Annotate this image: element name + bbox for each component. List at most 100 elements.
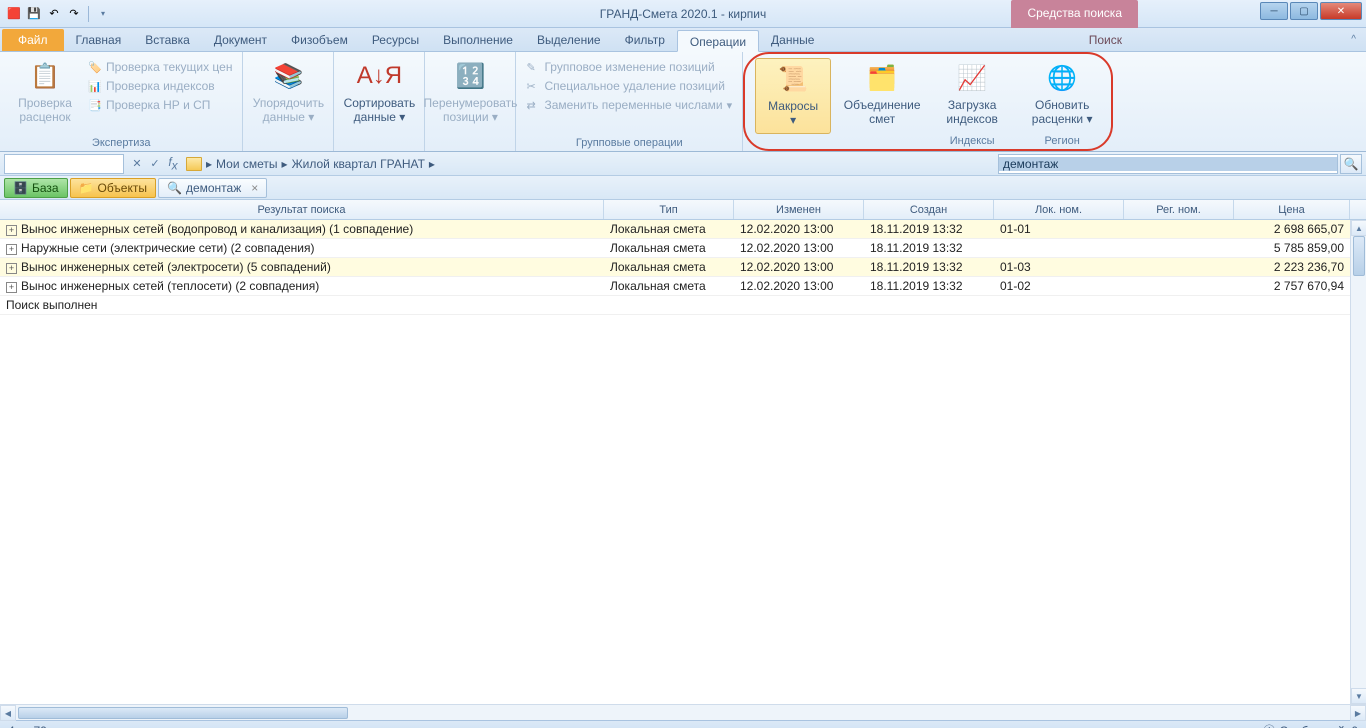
zagruzka-indeksov-button[interactable]: 📈 Загрузка индексов: [933, 58, 1011, 133]
scroll-up-icon[interactable]: ▲: [1351, 220, 1366, 236]
breadcrumb-item[interactable]: Мои сметы: [216, 157, 278, 171]
accept-formula-icon[interactable]: ✓: [146, 155, 164, 173]
index-check-icon: 📊: [88, 79, 102, 93]
name-box[interactable]: [4, 154, 124, 174]
status-right: ⓘ Сообщений: 0: [1263, 722, 1358, 728]
tab-dannye[interactable]: Данные: [759, 29, 826, 51]
save-icon[interactable]: 💾: [26, 6, 42, 22]
breadcrumb-sep: ▸: [282, 157, 288, 171]
fx-icon[interactable]: fx: [164, 155, 182, 173]
expand-icon[interactable]: +: [6, 282, 17, 293]
tab-obekty[interactable]: 📁Объекты: [70, 178, 156, 198]
ribbon-group-region: 🌐 Обновить расценки ▾ Регион: [1017, 54, 1107, 149]
table-row[interactable]: +Вынос инженерных сетей (электросети) (5…: [0, 258, 1366, 277]
qat-dropdown-icon[interactable]: ▾: [95, 6, 111, 22]
statusbar: 4 из 79 ⓘ Сообщений: 0: [0, 720, 1366, 728]
tab-dokument[interactable]: Документ: [202, 29, 279, 51]
close-icon[interactable]: ×: [251, 181, 258, 195]
formula-bar: ✕ ✓ fx ▸ Мои сметы ▸ Жилой квартал ГРАНА…: [0, 152, 1366, 176]
load-index-icon: 📈: [956, 62, 988, 94]
ribbon-group-sortirovat: А↓Я Сортировать данные ▾: [334, 52, 425, 151]
col-created[interactable]: Создан: [864, 200, 994, 219]
proverka-nr-sp[interactable]: 📑Проверка НР и СП: [84, 96, 236, 114]
expand-icon[interactable]: +: [6, 244, 17, 255]
order-icon: 📚: [272, 60, 304, 92]
redo-icon[interactable]: ↷: [66, 6, 82, 22]
breadcrumb: ▸ Мои сметы ▸ Жилой квартал ГРАНАТ ▸: [182, 157, 998, 171]
ribbon-group-ekspertiza: 📋 Проверка расценок 🏷️Проверка текущих ц…: [0, 52, 243, 151]
tab-baza[interactable]: 🗄️База: [4, 178, 68, 198]
ribbon: 📋 Проверка расценок 🏷️Проверка текущих ц…: [0, 52, 1366, 152]
scroll-down-icon[interactable]: ▼: [1351, 688, 1366, 704]
undo-icon[interactable]: ↶: [46, 6, 62, 22]
col-modified[interactable]: Изменен: [734, 200, 864, 219]
search-button[interactable]: 🔍: [1340, 154, 1362, 174]
search-done-row: Поиск выполнен: [0, 296, 1366, 315]
col-result[interactable]: Результат поиска: [0, 200, 604, 219]
replace-vars-icon: ⇄: [526, 98, 540, 112]
tab-filtr[interactable]: Фильтр: [613, 29, 677, 51]
tab-glavnaya[interactable]: Главная: [64, 29, 134, 51]
search-field[interactable]: [998, 154, 1338, 174]
group-label-indeksy: Индексы: [933, 133, 1011, 149]
cancel-formula-icon[interactable]: ✕: [128, 155, 146, 173]
ribbon-group-obedinenie: 🗂️ Объединение смет: [837, 54, 927, 149]
proverka-tekushchikh-tsen[interactable]: 🏷️Проверка текущих цен: [84, 58, 236, 76]
hscroll-thumb[interactable]: [18, 707, 348, 719]
search-input[interactable]: [999, 157, 1337, 171]
expand-icon[interactable]: +: [6, 225, 17, 236]
close-button[interactable]: ✕: [1320, 2, 1362, 20]
horizontal-scrollbar[interactable]: ◀ ▶: [0, 704, 1366, 720]
col-price[interactable]: Цена: [1234, 200, 1350, 219]
context-tab-search-tools[interactable]: Средства поиска: [1011, 0, 1138, 28]
search-done-text: Поиск выполнен: [0, 298, 604, 312]
tab-search-result[interactable]: 🔍демонтаж×: [158, 178, 267, 198]
group-label-ekspertiza: Экспертиза: [6, 135, 236, 151]
group-label-region: Регион: [1023, 133, 1101, 149]
renumber-icon: 🔢: [454, 60, 486, 92]
col-loknom[interactable]: Лок. ном.: [994, 200, 1124, 219]
special-delete-icon: ✂: [526, 79, 540, 93]
spetsialnoe-udalenie[interactable]: ✂Специальное удаление позиций: [522, 77, 736, 95]
maximize-button[interactable]: ▢: [1290, 2, 1318, 20]
status-left: 4 из 79: [8, 724, 47, 728]
table-row[interactable]: +Наружные сети (электрические сети) (2 с…: [0, 239, 1366, 258]
tab-fizobem[interactable]: Физобъем: [279, 29, 360, 51]
tab-vstavka[interactable]: Вставка: [133, 29, 202, 51]
expand-icon[interactable]: +: [6, 263, 17, 274]
scroll-right-icon[interactable]: ▶: [1350, 705, 1366, 721]
grid-body: +Вынос инженерных сетей (водопровод и ка…: [0, 220, 1366, 704]
ribbon-group-gruppovye: ✎Групповое изменение позиций ✂Специально…: [516, 52, 743, 151]
table-row[interactable]: +Вынос инженерных сетей (водопровод и ка…: [0, 220, 1366, 239]
obnovit-rastsenki-button[interactable]: 🌐 Обновить расценки ▾: [1023, 58, 1101, 133]
proverka-indeksov[interactable]: 📊Проверка индексов: [84, 77, 236, 95]
ribbon-collapse-icon[interactable]: ^: [1351, 34, 1356, 45]
sortirovat-dannye-button[interactable]: А↓Я Сортировать данные ▾: [340, 56, 418, 135]
gruppovoe-izmenenie[interactable]: ✎Групповое изменение позиций: [522, 58, 736, 76]
col-type[interactable]: Тип: [604, 200, 734, 219]
info-icon: ⓘ: [1263, 722, 1275, 728]
tab-vydelenie[interactable]: Выделение: [525, 29, 613, 51]
scroll-thumb[interactable]: [1353, 236, 1365, 276]
uporyadochit-dannye-button[interactable]: 📚 Упорядочить данные ▾: [249, 56, 327, 135]
col-regnom[interactable]: Рег. ном.: [1124, 200, 1234, 219]
file-tab[interactable]: Файл: [2, 29, 64, 51]
ribbon-group-indeksy: 📈 Загрузка индексов Индексы: [927, 54, 1017, 149]
folder-icon: [186, 157, 202, 171]
window-title: ГРАНД-Смета 2020.1 - кирпич: [600, 7, 767, 21]
tab-resursy[interactable]: Ресурсы: [360, 29, 431, 51]
proverka-rastsenok-button[interactable]: 📋 Проверка расценок: [6, 56, 84, 135]
obedinenie-smet-button[interactable]: 🗂️ Объединение смет: [843, 58, 921, 133]
makrosy-button[interactable]: 📜 Макросы▾: [755, 58, 831, 134]
tab-poisk[interactable]: Поиск: [1077, 29, 1134, 51]
table-row[interactable]: +Вынос инженерных сетей (теплосети) (2 с…: [0, 277, 1366, 296]
vertical-scrollbar[interactable]: ▲ ▼: [1350, 220, 1366, 704]
ribbon-tabstrip: Файл Главная Вставка Документ Физобъем Р…: [0, 28, 1366, 52]
minimize-button[interactable]: ─: [1260, 2, 1288, 20]
scroll-left-icon[interactable]: ◀: [0, 705, 16, 721]
tab-operatsii[interactable]: Операции: [677, 30, 759, 52]
perenumerovat-button[interactable]: 🔢 Перенумеровать позиции ▾: [431, 56, 509, 135]
zamenit-peremennye[interactable]: ⇄Заменить переменные числами ▾: [522, 96, 736, 114]
tab-vypolnenie[interactable]: Выполнение: [431, 29, 525, 51]
breadcrumb-item[interactable]: Жилой квартал ГРАНАТ: [292, 157, 425, 171]
